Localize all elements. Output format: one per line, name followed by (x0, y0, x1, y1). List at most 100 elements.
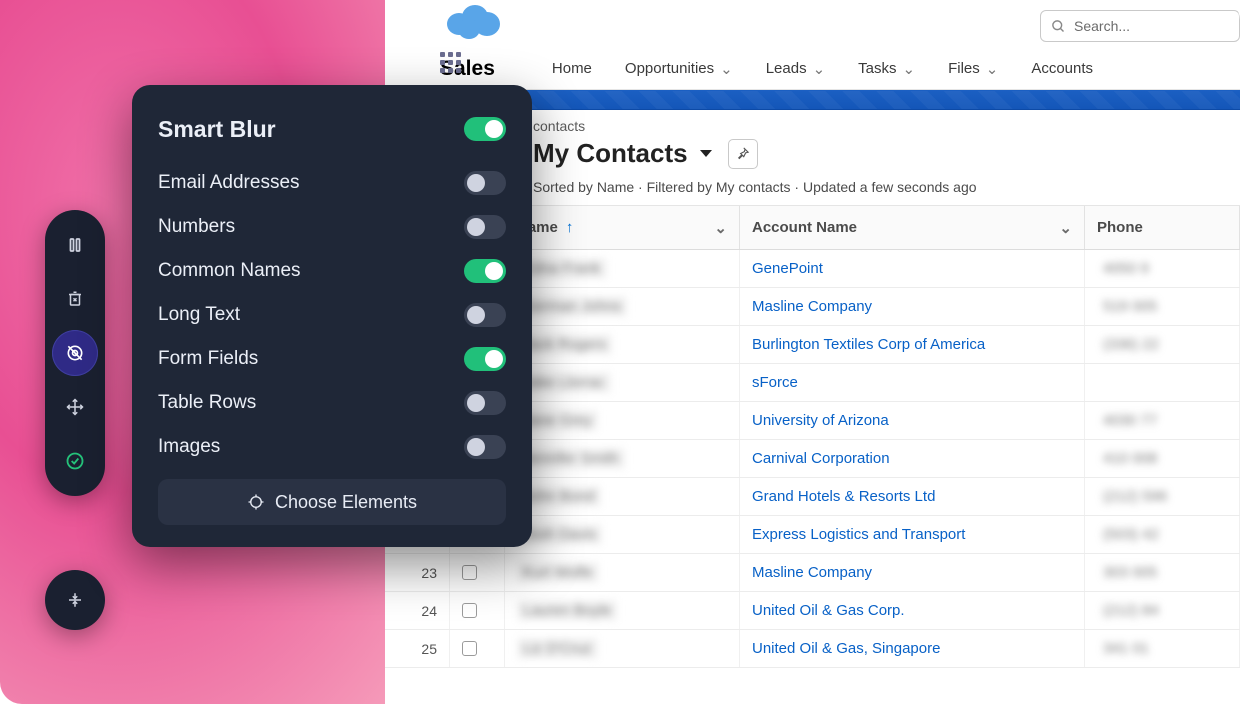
cell-account: Grand Hotels & Resorts Ltd (740, 478, 1085, 515)
cell-account: United Oil & Gas, Singapore (740, 630, 1085, 667)
choose-elements-label: Choose Elements (275, 492, 417, 513)
cell-name: John Bond (505, 478, 740, 515)
chevron-down-icon: ⌄ (813, 60, 826, 78)
blur-option: Numbers (158, 205, 506, 249)
account-link[interactable]: Carnival Corporation (752, 450, 890, 467)
nav-opportunities[interactable]: Opportunities⌄ (611, 60, 747, 78)
cell-account: Express Logistics and Transport (740, 516, 1085, 553)
pin-button[interactable] (728, 139, 758, 169)
cell-name: Liz D'Cruz (505, 630, 740, 667)
cell-phone (1085, 364, 1240, 401)
salesforce-logo (445, 2, 501, 40)
panel-title: Smart Blur (158, 116, 276, 143)
option-toggle[interactable] (464, 435, 506, 459)
option-label: Form Fields (158, 348, 258, 370)
blur-option: Table Rows (158, 381, 506, 425)
choose-elements-button[interactable]: Choose Elements (158, 479, 506, 525)
cell-account: Burlington Textiles Corp of America (740, 326, 1085, 363)
row-checkbox[interactable] (462, 603, 477, 618)
cell-name: Lauren Boyle (505, 592, 740, 629)
account-link[interactable]: Masline Company (752, 564, 872, 581)
chevron-down-icon: ⌄ (720, 60, 733, 78)
nav-files[interactable]: Files⌄ (934, 60, 1012, 78)
app-nav: Sales HomeOpportunities⌄Leads⌄Tasks⌄File… (385, 48, 1240, 90)
cell-phone: (212) 596 (1085, 478, 1240, 515)
nav-leads[interactable]: Leads⌄ (752, 60, 839, 78)
object-label: contacts (533, 118, 1240, 134)
blur-option: Long Text (158, 293, 506, 337)
blur-option: Common Names (158, 249, 506, 293)
cell-account: United Oil & Gas Corp. (740, 592, 1085, 629)
col-name[interactable]: Name↑⌄ (505, 206, 740, 249)
nav-tasks[interactable]: Tasks⌄ (844, 60, 929, 78)
cell-account: GenePoint (740, 250, 1085, 287)
sort-asc-icon: ↑ (566, 219, 574, 236)
cell-phone: 4030 77 (1085, 402, 1240, 439)
collapse-button[interactable] (45, 570, 105, 630)
account-link[interactable]: Express Logistics and Transport (752, 526, 965, 543)
option-label: Numbers (158, 216, 235, 238)
table-row: 23Kurt WolfeMasline Company303 005 (385, 554, 1240, 592)
account-link[interactable]: Grand Hotels & Resorts Ltd (752, 488, 935, 505)
option-label: Common Names (158, 260, 301, 282)
cell-account: Carnival Corporation (740, 440, 1085, 477)
account-link[interactable]: United Oil & Gas Corp. (752, 602, 905, 619)
search-placeholder: Search... (1074, 18, 1130, 34)
option-label: Images (158, 436, 220, 458)
account-link[interactable]: University of Arizona (752, 412, 889, 429)
table-row: 24Lauren BoyleUnited Oil & Gas Corp.(212… (385, 592, 1240, 630)
cell-name: Jennifer Smith (505, 440, 740, 477)
blur-tool-button[interactable] (52, 330, 98, 376)
chevron-down-icon[interactable]: ⌄ (1059, 219, 1072, 237)
row-number: 24 (385, 592, 450, 629)
blur-option: Email Addresses (158, 161, 506, 205)
cell-phone: 410 008 (1085, 440, 1240, 477)
confirm-button[interactable] (52, 438, 98, 484)
account-link[interactable]: GenePoint (752, 260, 823, 277)
pause-button[interactable] (52, 222, 98, 268)
col-account[interactable]: Account Name⌄ (740, 206, 1085, 249)
blur-option: Form Fields (158, 337, 506, 381)
option-label: Long Text (158, 304, 240, 326)
option-label: Email Addresses (158, 172, 300, 194)
table-row: 25Liz D'CruzUnited Oil & Gas, Singapore3… (385, 630, 1240, 668)
cell-phone: (503) 42 (1085, 516, 1240, 553)
cell-name: Edna Frank (505, 250, 740, 287)
option-toggle[interactable] (464, 391, 506, 415)
row-checkbox[interactable] (462, 641, 477, 656)
chevron-down-icon[interactable]: ⌄ (714, 219, 727, 237)
option-toggle[interactable] (464, 259, 506, 283)
row-checkbox[interactable] (462, 565, 477, 580)
global-search[interactable]: Search... (1040, 10, 1240, 42)
cell-account: Masline Company (740, 288, 1085, 325)
list-subtitle: Sorted by Name · Filtered by My contacts… (533, 179, 1240, 195)
option-toggle[interactable] (464, 303, 506, 327)
cell-account: Masline Company (740, 554, 1085, 591)
cell-name: Josh Davis (505, 516, 740, 553)
account-link[interactable]: sForce (752, 374, 798, 391)
account-link[interactable]: Burlington Textiles Corp of America (752, 336, 985, 353)
search-icon (1051, 19, 1066, 34)
cell-phone: 4050 9 (1085, 250, 1240, 287)
cell-account: University of Arizona (740, 402, 1085, 439)
row-number: 23 (385, 554, 450, 591)
option-toggle[interactable] (464, 171, 506, 195)
col-phone[interactable]: Phone (1085, 206, 1240, 249)
list-title[interactable]: My Contacts (533, 138, 714, 169)
cell-name: Jane Grey (505, 402, 740, 439)
nav-home[interactable]: Home (538, 60, 606, 77)
move-button[interactable] (52, 384, 98, 430)
cell-name: German Johns (505, 288, 740, 325)
delete-button[interactable] (52, 276, 98, 322)
option-toggle[interactable] (464, 215, 506, 239)
smart-blur-panel: Smart Blur Email Addresses Numbers Common … (132, 85, 532, 547)
target-icon (247, 493, 265, 511)
account-link[interactable]: Masline Company (752, 298, 872, 315)
cell-phone: 303 005 (1085, 554, 1240, 591)
smart-blur-toggle[interactable] (464, 117, 506, 141)
account-link[interactable]: United Oil & Gas, Singapore (752, 640, 940, 657)
nav-accounts[interactable]: Accounts (1017, 60, 1107, 77)
app-launcher-icon[interactable] (440, 52, 461, 73)
option-toggle[interactable] (464, 347, 506, 371)
cell-name: Jack Rogers (505, 326, 740, 363)
